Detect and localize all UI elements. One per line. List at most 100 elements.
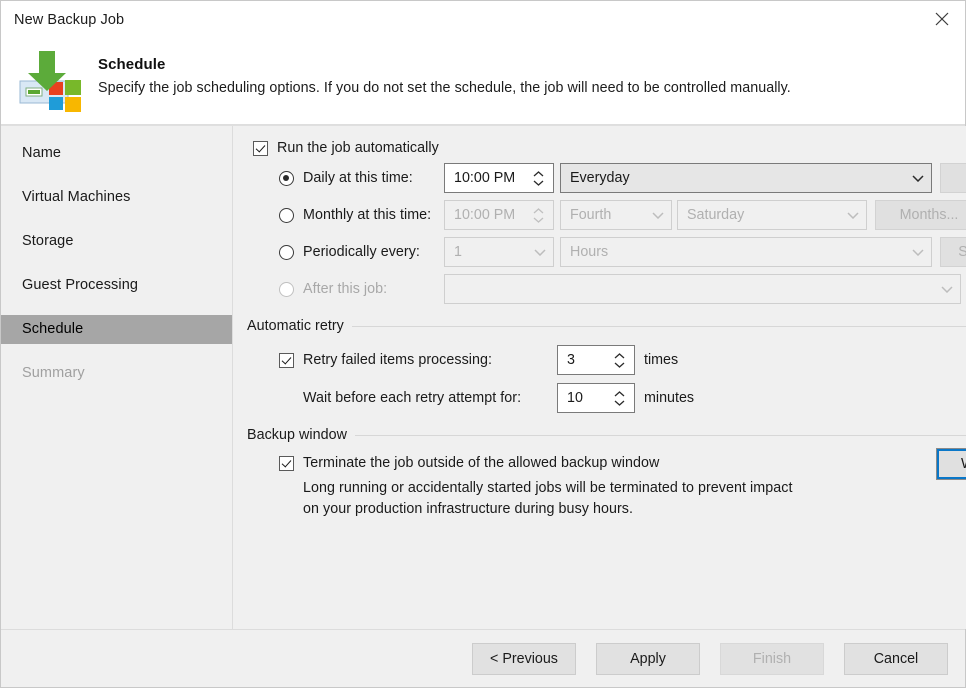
periodic-radio[interactable] [279, 244, 294, 260]
chevron-down-icon [905, 248, 931, 256]
retry-times-value: 3 [567, 352, 575, 368]
monthly-weekday-value: Saturday [687, 207, 745, 223]
monthly-schedule-row: Monthly at this time: 10:00 PM Fourth Sa… [279, 200, 966, 230]
group-divider [355, 434, 966, 436]
sidebar-item-virtual-machines[interactable]: Virtual Machines [1, 183, 232, 212]
automatic-retry-body: Retry failed items processing: 3 times W… [279, 345, 966, 413]
periodic-label: Periodically every: [303, 244, 420, 260]
sidebar-item-name[interactable]: Name [1, 139, 232, 168]
terminate-job-row: Terminate the job outside of the allowed… [279, 455, 966, 471]
schedule-settings-panel: Run the job automatically Daily at this … [233, 126, 966, 629]
automatic-retry-header: Automatic retry [247, 318, 966, 334]
run-automatically-label: Run the job automatically [277, 140, 439, 156]
dialog-footer: < Previous Apply Finish Cancel [1, 629, 965, 687]
spinner-arrows-icon[interactable] [527, 165, 553, 191]
chevron-down-icon [840, 211, 866, 219]
backup-window-header: Backup window [247, 427, 966, 443]
monthly-radio[interactable] [279, 207, 294, 223]
chevron-down-icon [645, 211, 671, 219]
daily-time-value: 10:00 PM [454, 170, 516, 186]
chevron-down-icon [934, 285, 960, 293]
cancel-button[interactable]: Cancel [844, 642, 948, 675]
page-description: Specify the job scheduling options. If y… [98, 80, 791, 96]
retry-times-spinner[interactable]: 3 [557, 345, 635, 375]
dialog-body: Name Virtual Machines Storage Guest Proc… [1, 125, 966, 629]
header-text-block: Schedule Specify the job scheduling opti… [86, 45, 791, 96]
backup-window-note-line2: on your production infrastructure during… [303, 501, 634, 517]
spinner-arrows-icon [527, 202, 553, 228]
retry-wait-value: 10 [567, 390, 583, 406]
backup-window-note: Long running or accidentally started job… [303, 478, 863, 520]
sidebar-item-label: Guest Processing [22, 277, 139, 293]
retry-wait-row: Wait before each retry attempt for: 10 m… [279, 383, 966, 413]
retry-failed-checkbox[interactable] [279, 352, 294, 368]
daily-frequency-value: Everyday [570, 170, 630, 186]
daily-frequency-combo[interactable]: Everyday [560, 163, 932, 193]
finish-button: Finish [720, 642, 824, 675]
run-automatically-checkbox[interactable] [253, 140, 268, 156]
daily-time-spinner[interactable]: 10:00 PM [444, 163, 554, 193]
periodic-schedule-row: Periodically every: 1 Hours S [279, 237, 966, 267]
after-job-label: After this job: [303, 281, 388, 297]
monthly-ordinal-combo: Fourth [560, 200, 672, 230]
sidebar-item-label: Storage [22, 233, 74, 249]
backup-window-body: Terminate the job outside of the allowed… [279, 448, 966, 520]
after-job-combo [444, 274, 961, 304]
retry-failed-label: Retry failed items processing: [303, 352, 493, 368]
chevron-down-icon [527, 248, 553, 256]
monthly-label: Monthly at this time: [303, 207, 432, 223]
automatic-retry-title: Automatic retry [247, 318, 344, 334]
window-button[interactable]: Window... [936, 448, 966, 480]
retry-wait-label: Wait before each retry attempt for: [303, 390, 522, 406]
after-job-radio-group: After this job: [279, 281, 444, 297]
periodic-radio-group: Periodically every: [279, 244, 444, 260]
close-icon[interactable] [919, 1, 965, 37]
periodic-interval-combo: 1 [444, 237, 554, 267]
backup-schedule-icon [14, 45, 86, 117]
backup-window-group: Backup window Terminate the job outside … [247, 427, 966, 520]
automatic-retry-group: Automatic retry Retry failed items proce… [247, 318, 966, 413]
dialog-header: Schedule Specify the job scheduling opti… [1, 39, 965, 125]
sidebar-item-guest-processing[interactable]: Guest Processing [1, 271, 232, 300]
schedule-options: Daily at this time: 10:00 PM Everyday Mo… [279, 163, 966, 304]
daily-label: Daily at this time: [303, 170, 413, 186]
group-divider [351, 325, 966, 327]
backup-window-title: Backup window [247, 427, 347, 443]
sidebar-item-schedule[interactable]: Schedule [1, 315, 232, 344]
window-title: New Backup Job [14, 12, 125, 28]
monthly-radio-group: Monthly at this time: [279, 207, 444, 223]
sidebar-item-label: Name [22, 145, 62, 161]
sidebar-item-summary: Summary [1, 359, 232, 388]
apply-button[interactable]: Apply [596, 642, 700, 675]
after-job-radio [279, 281, 294, 297]
sidebar-item-label: Schedule [22, 321, 84, 337]
monthly-weekday-combo: Saturday [677, 200, 867, 230]
retry-wait-spinner[interactable]: 10 [557, 383, 635, 413]
periodic-unit-combo: Hours [560, 237, 932, 267]
periodic-unit-value: Hours [570, 244, 609, 260]
daily-radio-group: Daily at this time: [279, 170, 444, 186]
monthly-ordinal-value: Fourth [570, 207, 612, 223]
daily-radio[interactable] [279, 170, 294, 186]
daily-schedule-row: Daily at this time: 10:00 PM Everyday [279, 163, 966, 193]
after-job-row: After this job: [279, 274, 966, 304]
monthly-time-value: 10:00 PM [454, 207, 516, 223]
retry-failed-row: Retry failed items processing: 3 times [279, 345, 966, 375]
monthly-time-spinner: 10:00 PM [444, 200, 554, 230]
spinner-arrows-icon[interactable] [608, 385, 634, 411]
periodic-interval-value: 1 [454, 244, 462, 260]
sidebar-item-label: Summary [22, 365, 85, 381]
retry-times-unit: times [644, 352, 679, 368]
previous-button[interactable]: < Previous [472, 642, 576, 675]
terminate-job-checkbox[interactable] [279, 455, 294, 471]
terminate-job-label: Terminate the job outside of the allowed… [303, 455, 660, 471]
sidebar-item-storage[interactable]: Storage [1, 227, 232, 256]
days-button: Days... [940, 163, 966, 193]
spinner-arrows-icon[interactable] [608, 347, 634, 373]
months-button: Months... [875, 200, 966, 230]
chevron-down-icon [905, 174, 931, 182]
new-backup-job-dialog: New Backup Job Schedule Specify the job … [0, 0, 966, 688]
schedule-button: Schedule... [940, 237, 966, 267]
wizard-step-nav: Name Virtual Machines Storage Guest Proc… [1, 126, 233, 629]
page-title: Schedule [98, 56, 166, 73]
